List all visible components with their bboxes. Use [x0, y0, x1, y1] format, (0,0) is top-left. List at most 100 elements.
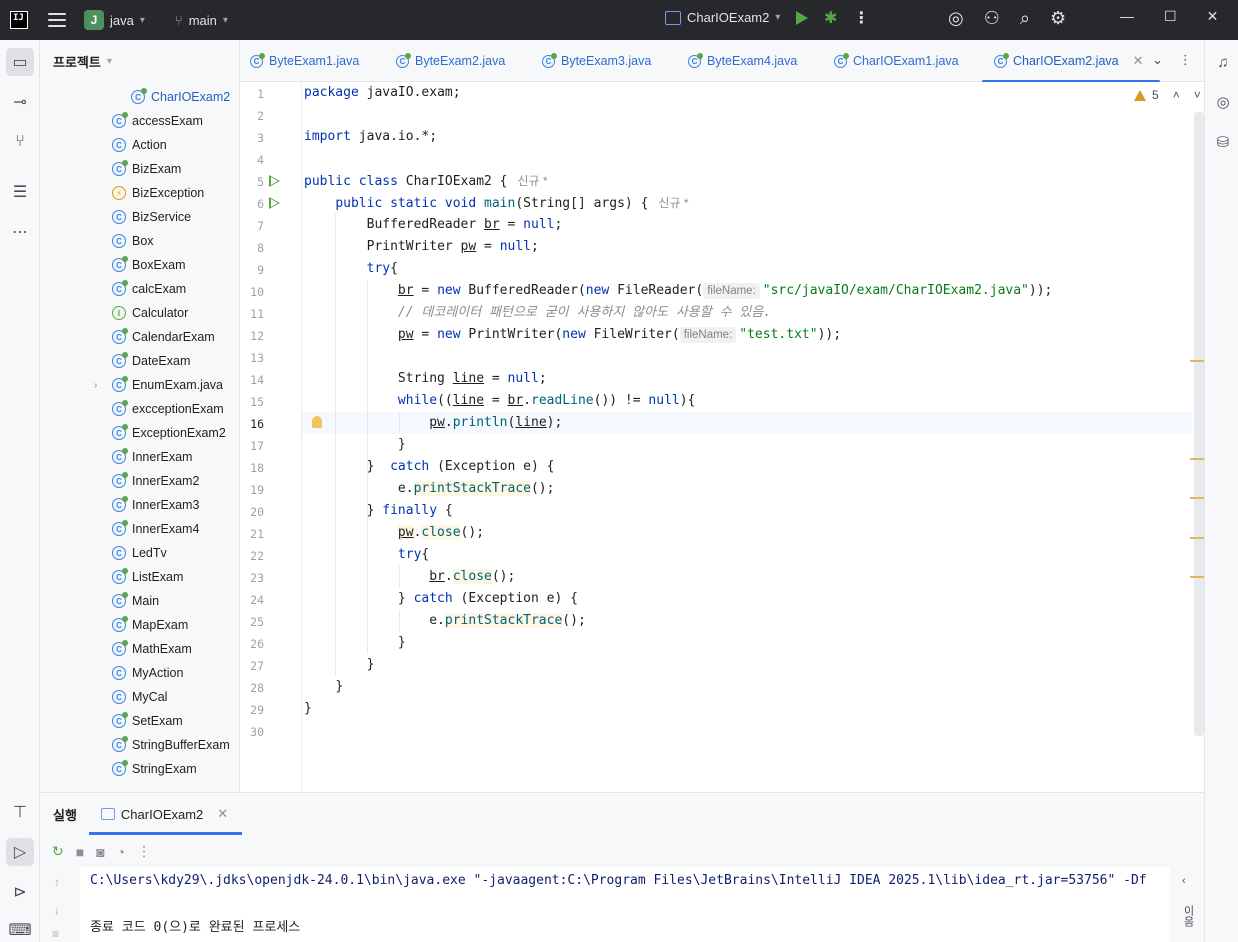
project-folder-icon[interactable]: ▭	[6, 48, 34, 76]
line-number[interactable]: 30	[240, 725, 264, 739]
database-icon[interactable]: ⛁	[1213, 132, 1233, 152]
line-number[interactable]: 24	[240, 593, 264, 607]
run-main-gutter-icon[interactable]	[269, 197, 280, 209]
tree-item[interactable]: › C EnumExam.java	[94, 373, 223, 397]
line-number[interactable]: 4	[240, 153, 264, 167]
line-number[interactable]: 17	[240, 439, 264, 453]
warning-stripe-mark[interactable]	[1190, 497, 1204, 499]
rerun-icon[interactable]: ↻	[52, 843, 64, 860]
tab-chariexam2[interactable]: C CharIOExam2.java ✕	[982, 40, 1159, 83]
services-icon[interactable]: ⊳	[6, 878, 34, 906]
tab-byteexam1[interactable]: C ByteExam1.java	[250, 40, 359, 82]
line-number[interactable]: 6	[240, 197, 264, 211]
branch-selector[interactable]: ⑂ main ▾	[175, 13, 228, 28]
tree-item[interactable]: C ExceptionExam2	[112, 421, 226, 445]
author-hint[interactable]: 신규 *	[658, 196, 688, 210]
tree-item[interactable]: C StringExam	[112, 757, 197, 781]
debug-icon[interactable]: ✱	[824, 8, 837, 28]
line-number[interactable]: 29	[240, 703, 264, 717]
project-selector[interactable]: J java ▾	[84, 10, 145, 30]
tree-item[interactable]: C SetExam	[112, 709, 183, 733]
search-icon[interactable]: ⌕	[1020, 8, 1030, 29]
line-number[interactable]: 9	[240, 263, 264, 277]
notifications-bell-icon[interactable]: ♫	[1213, 52, 1233, 72]
tree-item[interactable]: CexcceptionExam	[112, 397, 224, 421]
previous-highlight-icon[interactable]: ˄	[1173, 88, 1180, 102]
ai-assistant-icon[interactable]: ◎	[948, 8, 964, 29]
tree-item[interactable]: ⚡ BizException	[112, 181, 204, 205]
run-tab-chariexam2[interactable]: CharIOExam2 ✕	[88, 793, 243, 835]
tree-item[interactable]: C InnerExam3	[112, 493, 199, 517]
tabs-more-icon[interactable]: ⋮	[1179, 52, 1192, 68]
project-panel-header[interactable]: 프로젝트 ▾	[40, 40, 239, 82]
tree-item[interactable]: C CharIOExam2	[131, 85, 230, 109]
line-number[interactable]: 23	[240, 571, 264, 585]
commit-icon[interactable]: ⊸	[6, 88, 34, 116]
tab-byteexam4[interactable]: C ByteExam4.java	[688, 40, 797, 82]
tree-item[interactable]: C BizService	[112, 205, 191, 229]
ai-chat-icon[interactable]: ◎	[1213, 92, 1233, 112]
tree-item[interactable]: C LedTv	[112, 541, 167, 565]
editor-scrollbar[interactable]	[1194, 112, 1204, 736]
line-number[interactable]: 19	[240, 483, 264, 497]
tree-item[interactable]: C BoxExam	[112, 253, 186, 277]
line-number[interactable]: 12	[240, 329, 264, 343]
tree-item[interactable]: CaccessExam	[112, 109, 203, 133]
more-tools-icon[interactable]: ⋯	[6, 218, 34, 246]
line-number[interactable]: 7	[240, 219, 264, 233]
tree-item[interactable]: C DateExam	[112, 349, 190, 373]
build-hammer-icon[interactable]: ⊤	[6, 798, 34, 826]
line-number[interactable]: 15	[240, 395, 264, 409]
tree-item[interactable]: C InnerExam	[112, 445, 192, 469]
line-number[interactable]: 5	[240, 175, 264, 189]
close-tab-icon[interactable]: ✕	[217, 806, 228, 822]
tab-byteexam2[interactable]: C ByteExam2.java	[396, 40, 505, 82]
side-vertical-label[interactable]: 이음	[1180, 905, 1196, 927]
console-output[interactable]: C:\Users\kdy29\.jdks\openjdk-24.0.1\bin\…	[80, 867, 1170, 942]
line-number[interactable]: 10	[240, 285, 264, 299]
expand-arrow-icon[interactable]: ›	[94, 380, 104, 391]
pull-requests-icon[interactable]: ⑂	[6, 128, 34, 156]
close-window-icon[interactable]: ✕	[1207, 8, 1219, 25]
run-tool-icon[interactable]: ▷	[6, 838, 34, 866]
tree-item[interactable]: C MyCal	[112, 685, 167, 709]
line-number[interactable]: 28	[240, 681, 264, 695]
minimize-icon[interactable]: —	[1120, 8, 1134, 25]
tree-item[interactable]: C MathExam	[112, 637, 192, 661]
soft-wrap-icon[interactable]: ≡	[52, 927, 59, 941]
line-number[interactable]: 3	[240, 131, 264, 145]
terminal-icon[interactable]: ⌨	[6, 916, 34, 942]
line-number[interactable]: 22	[240, 549, 264, 563]
code-editor[interactable]: 1 2 3 4 5 6 7 8 9 10 11 12 13 14 15 16 17 18 19 20 21 22 23 24 2…	[240, 82, 1204, 792]
warning-stripe-mark[interactable]	[1190, 537, 1204, 539]
warning-stripe-mark[interactable]	[1190, 576, 1204, 578]
close-tab-icon[interactable]: ✕	[1133, 53, 1144, 69]
run-icon[interactable]	[796, 11, 808, 25]
tree-item[interactable]: C MyAction	[112, 661, 183, 685]
more-options-icon[interactable]: ⋮	[137, 843, 151, 860]
stop-icon[interactable]: ■	[76, 844, 84, 860]
next-highlight-icon[interactable]: ˅	[1194, 88, 1201, 102]
more-actions-icon[interactable]: ⋮	[853, 8, 869, 28]
warning-stripe-mark[interactable]	[1190, 458, 1204, 460]
chevron-left-icon[interactable]: ‹	[1182, 875, 1186, 887]
line-number[interactable]: 14	[240, 373, 264, 387]
line-number[interactable]: 1	[240, 87, 264, 101]
tabs-overflow-chevron-icon[interactable]: ⌄	[1152, 52, 1163, 68]
line-number[interactable]: 16	[240, 417, 264, 431]
line-number[interactable]: 11	[240, 307, 264, 321]
tab-byteexam3[interactable]: C ByteExam3.java	[542, 40, 651, 82]
line-number[interactable]: 2	[240, 109, 264, 123]
warning-stripe-mark[interactable]	[1190, 360, 1204, 362]
tab-chariexam1[interactable]: C CharIOExam1.java	[834, 40, 959, 82]
screenshot-camera-icon[interactable]: ◙	[96, 844, 104, 860]
profiler-icon[interactable]: ◔	[117, 844, 125, 860]
run-config-selector[interactable]: CharIOExam2 ▾	[665, 10, 780, 25]
tree-item[interactable]: C MapExam	[112, 613, 188, 637]
tree-item[interactable]: C ListExam	[112, 565, 183, 589]
structure-icon[interactable]: ☰	[6, 178, 34, 206]
scroll-down-icon[interactable]: ↓	[54, 903, 60, 917]
tree-item[interactable]: C InnerExam2	[112, 469, 199, 493]
scroll-up-icon[interactable]: ↑	[54, 875, 60, 889]
tree-item[interactable]: C StringBufferExam	[112, 733, 230, 757]
